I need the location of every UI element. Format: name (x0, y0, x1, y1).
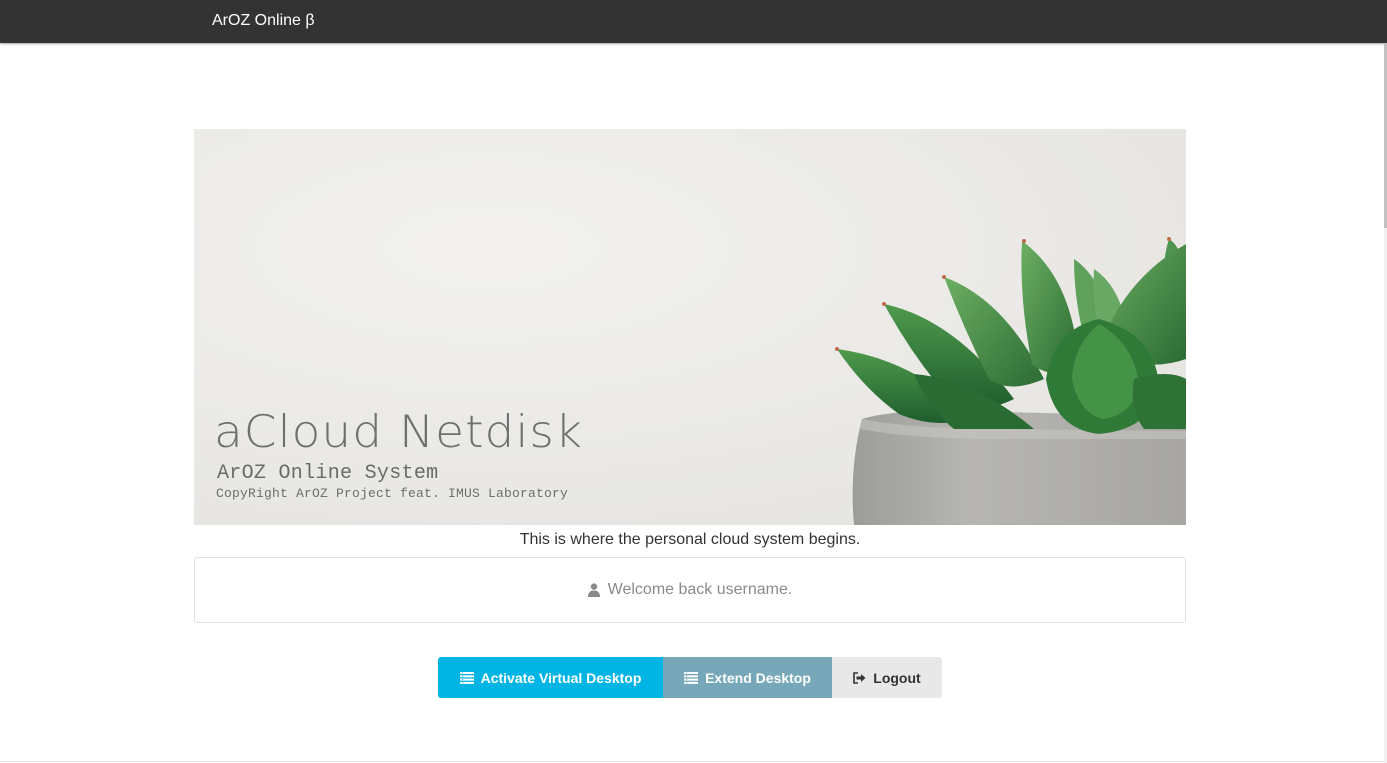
desktop-list-icon (684, 671, 699, 684)
top-navbar: ArOZ Online β (0, 0, 1387, 43)
action-button-group: Activate Virtual Desktop Extend Desktop … (438, 657, 942, 698)
tagline-text: This is where the personal cloud system … (519, 531, 861, 548)
extend-desktop-button[interactable]: Extend Desktop (663, 657, 832, 698)
banner-title: aCloud Netdisk (214, 406, 584, 459)
banner-copyright: CopyRight ArOZ Project feat. IMUS Labora… (216, 486, 569, 501)
welcome-panel: Welcome back username. (194, 557, 1186, 623)
logout-button[interactable]: Logout (832, 657, 942, 698)
desktop-list-icon (459, 671, 474, 684)
footer-divider (0, 761, 1384, 762)
welcome-message: Welcome back username. (587, 581, 793, 599)
welcome-text: Welcome back username. (607, 581, 793, 598)
activate-virtual-desktop-button[interactable]: Activate Virtual Desktop (438, 657, 663, 698)
extend-label: Extend Desktop (705, 669, 811, 686)
banner-subtitle: ArOZ Online System (217, 462, 439, 485)
logout-label: Logout (873, 669, 921, 686)
activate-label: Activate Virtual Desktop (480, 669, 642, 686)
hero-banner: aCloud Netdisk ArOZ Online System CopyRi… (194, 129, 1186, 525)
sign-out-icon (853, 671, 866, 684)
user-icon (587, 583, 600, 597)
brand-link[interactable]: ArOZ Online β (212, 11, 315, 31)
